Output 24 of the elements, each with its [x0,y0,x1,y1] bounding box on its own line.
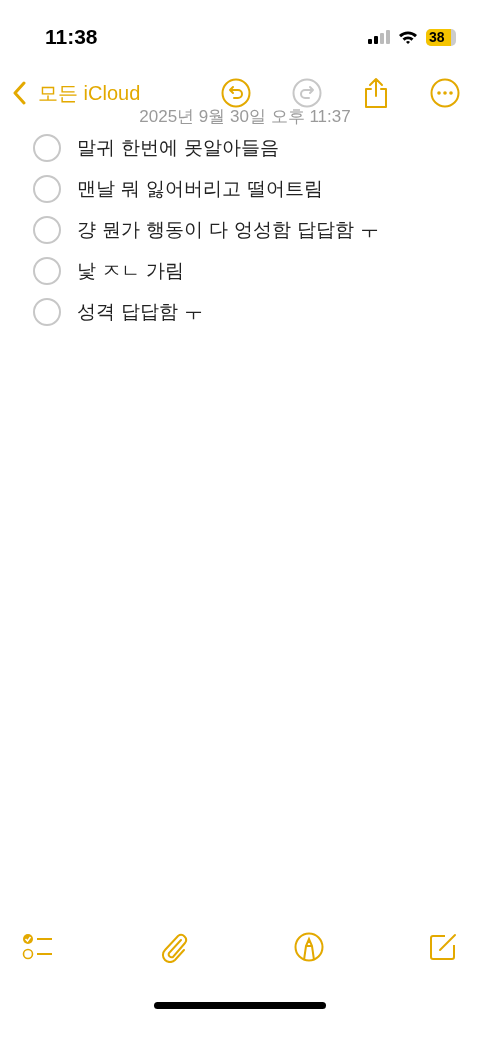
more-button[interactable] [430,78,460,108]
markup-button[interactable] [294,932,324,962]
undo-button[interactable] [221,78,251,108]
checkbox[interactable] [33,175,61,203]
checkbox[interactable] [33,134,61,162]
checkbox[interactable] [33,257,61,285]
checklist-item-text: 말귀 한번에 못알아들음 [77,135,280,160]
checklist-item-text: 걍 뭔가 행동이 다 엉성함 답답함 ㅜ [77,217,380,242]
checkbox[interactable] [33,298,61,326]
signal-icon [368,30,390,44]
chevron-left-icon [12,81,26,105]
attachment-button[interactable] [159,931,189,963]
battery-percent: 38 [429,29,445,45]
checklist-item-text: 맨날 뭐 잃어버리고 떨어트림 [77,176,324,201]
compose-button[interactable] [429,933,457,961]
status-time: 11:38 [45,25,98,49]
checklist-item-text: 성격 답답함 ㅜ [77,299,204,324]
checklist-item-text: 낯 ㅈㄴ 가림 [77,258,185,283]
note-date: 2025년 9월 30일 오후 11:37 [138,108,352,126]
checklist-button[interactable] [22,933,54,961]
share-button[interactable] [363,77,389,109]
wifi-icon [398,30,418,44]
back-button[interactable]: 모든 iCloud [12,79,141,107]
checkbox[interactable] [33,216,61,244]
